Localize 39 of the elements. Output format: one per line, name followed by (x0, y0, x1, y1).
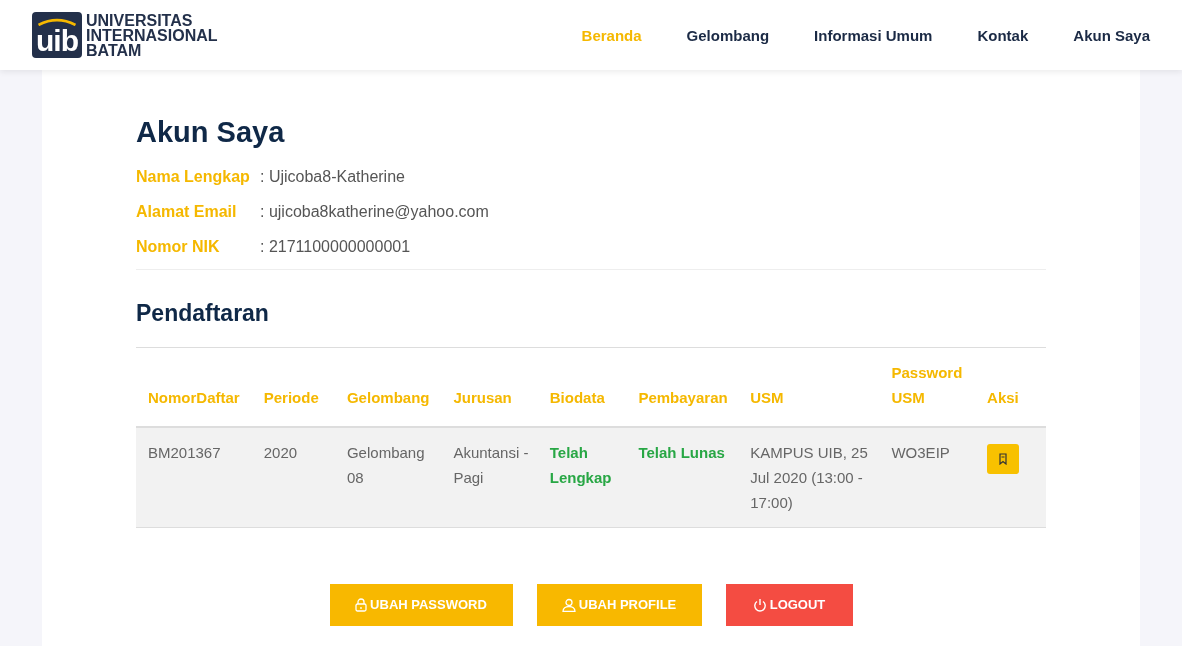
column-header: Password USM (891, 364, 963, 406)
bookmark-icon (999, 453, 1008, 465)
field-value: : 2171100000000001 (260, 237, 411, 256)
field-label: Nama Lengkap (136, 167, 251, 186)
logo-text: INTERNASIONAL (86, 27, 218, 43)
status-text: Telah Lunas (638, 444, 725, 461)
field-value: : Ujicoba8-Katherine (260, 167, 405, 186)
table-cell: WO3EIP (891, 444, 950, 461)
table-cell: Gelombang 08 (346, 444, 425, 486)
column-header: Periode (263, 389, 319, 406)
table-cell: 2020 (263, 444, 298, 461)
column-header: Gelombang (346, 389, 430, 406)
nav-link[interactable]: Kontak (977, 26, 1029, 44)
column-header: USM (750, 389, 784, 406)
nav-link[interactable]: Informasi Umum (814, 26, 933, 44)
status-text: Telah Lengkap (549, 444, 612, 486)
table-cell: BM201367 (148, 444, 221, 461)
user-icon (561, 597, 576, 612)
column-header: Biodata (549, 389, 605, 406)
table-cell: Akuntansi - Pagi (453, 444, 529, 486)
logo-text: UNIVERSITAS (86, 12, 194, 28)
logo-text: BATAM (86, 42, 143, 58)
field-label: Nomor NIK (136, 237, 221, 256)
power-icon (752, 597, 767, 612)
field-value: : ujicoba8katherine@yahoo.com (260, 202, 489, 221)
lock-icon (355, 597, 368, 612)
section-title: Pendaftaran (136, 300, 270, 327)
page-title: Akun Saya (136, 116, 286, 149)
column-header: Pembayaran (638, 389, 728, 406)
column-header: NomorDaftar (148, 389, 240, 406)
logo-mark: uib (32, 12, 82, 58)
field-label: Alamat Email (136, 202, 238, 221)
column-header: Jurusan (453, 389, 512, 406)
table-cell: KAMPUS UIB, 25 Jul 2020 (13:00 - 17:00) (750, 444, 868, 511)
action-button[interactable]: LOGOUT (725, 583, 853, 626)
ticket-button[interactable] (987, 444, 1020, 474)
nav-link[interactable]: Gelombang (686, 26, 770, 44)
column-header: Aksi (987, 389, 1019, 406)
nav-link[interactable]: Akun Saya (1073, 26, 1150, 44)
